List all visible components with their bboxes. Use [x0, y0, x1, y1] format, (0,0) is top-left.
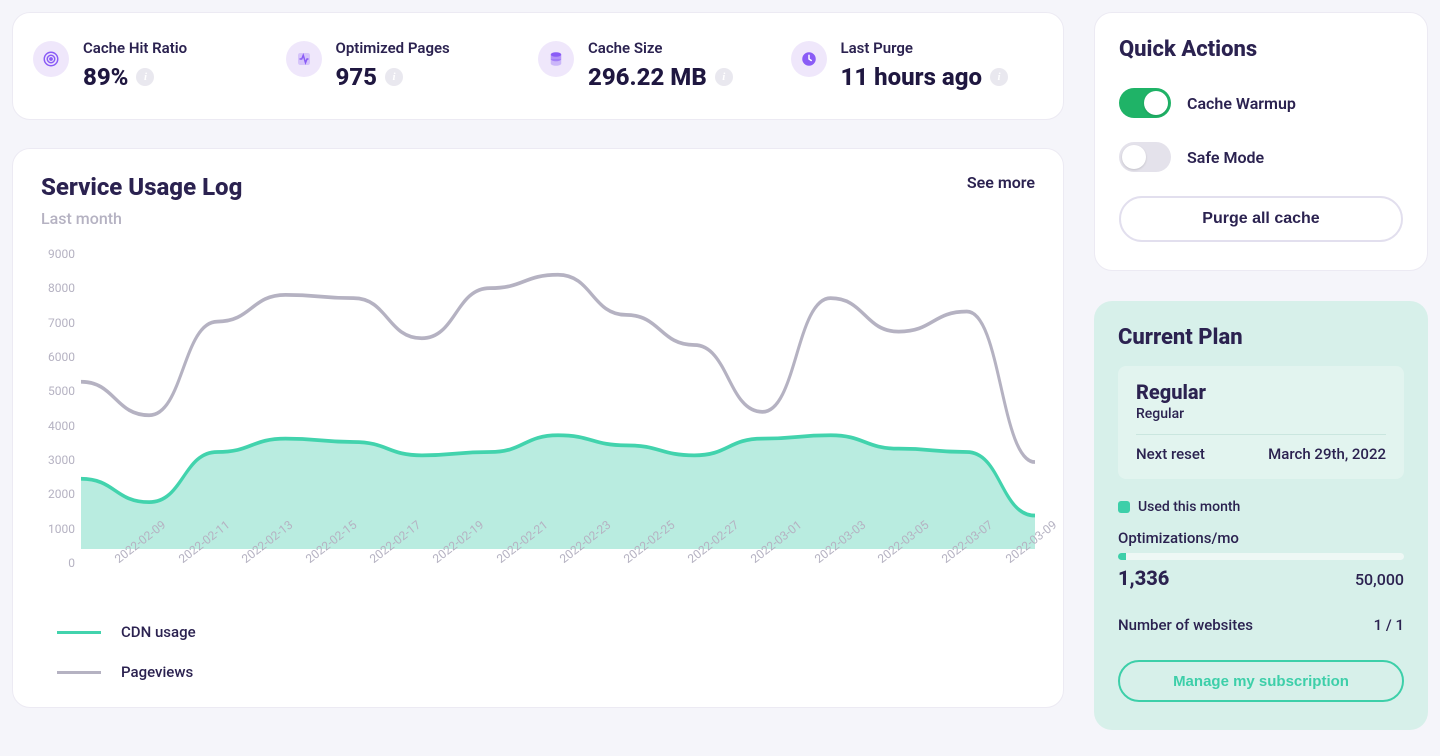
legend-swatch-icon: [57, 631, 101, 634]
sites-value: 1 / 1: [1374, 616, 1404, 634]
database-icon: [538, 41, 574, 77]
info-icon[interactable]: i: [385, 68, 403, 86]
safe-mode-toggle[interactable]: [1119, 142, 1171, 172]
target-icon: [33, 41, 69, 77]
chart-title: Service Usage Log: [41, 173, 242, 201]
info-icon[interactable]: i: [990, 68, 1008, 86]
chart-plot: [81, 248, 1035, 549]
used-label: Used this month: [1138, 499, 1240, 515]
legend-pageviews: Pageviews: [57, 663, 1035, 681]
quick-actions-title: Quick Actions: [1119, 37, 1403, 62]
stat-cache-hit: Cache Hit Ratio 89% i: [33, 39, 286, 91]
toggle-cache-warmup-row: Cache Warmup: [1119, 88, 1403, 118]
stat-label: Optimized Pages: [336, 39, 450, 57]
used-swatch-icon: [1118, 501, 1130, 513]
optimizations-total: 50,000: [1355, 570, 1404, 589]
stat-value: 89%: [83, 63, 128, 91]
stat-cache-size: Cache Size 296.22 MB i: [538, 39, 791, 91]
next-reset-value: March 29th, 2022: [1268, 445, 1386, 463]
legend-swatch-icon: [57, 671, 101, 674]
chart-subtitle: Last month: [41, 209, 242, 228]
optimizations-label: Optimizations/mo: [1118, 529, 1404, 547]
activity-icon: [286, 41, 322, 77]
clock-icon: [791, 41, 827, 77]
used-this-month: Used this month: [1118, 499, 1404, 515]
info-icon[interactable]: i: [715, 68, 733, 86]
stats-card: Cache Hit Ratio 89% i Optimized Pages 97…: [12, 12, 1064, 120]
info-icon[interactable]: i: [136, 68, 154, 86]
cache-warmup-toggle[interactable]: [1119, 88, 1171, 118]
toggle-label: Cache Warmup: [1187, 94, 1296, 113]
current-plan-card: Current Plan Regular Regular Next reset …: [1094, 301, 1428, 730]
purge-cache-button[interactable]: Purge all cache: [1119, 196, 1403, 242]
quick-actions-card: Quick Actions Cache Warmup Safe Mode Pur…: [1094, 12, 1428, 271]
plan-subtitle: Regular: [1136, 406, 1386, 422]
plan-title: Current Plan: [1118, 325, 1404, 350]
optimizations-used: 1,336: [1118, 566, 1169, 590]
see-more-link[interactable]: See more: [967, 173, 1035, 192]
stat-value: 11 hours ago: [841, 63, 982, 91]
x-axis: 2022-02-092022-02-112022-02-132022-02-15…: [81, 555, 1035, 569]
chart-legend: CDN usage Pageviews: [41, 623, 1035, 681]
legend-label: CDN usage: [121, 623, 196, 641]
legend-label: Pageviews: [121, 663, 193, 681]
plan-name: Regular: [1136, 380, 1386, 404]
sites-label: Number of websites: [1118, 616, 1253, 634]
stat-optimized-pages: Optimized Pages 975 i: [286, 39, 539, 91]
stat-value: 975: [336, 63, 378, 91]
legend-cdn: CDN usage: [57, 623, 1035, 641]
toggle-label: Safe Mode: [1187, 148, 1264, 167]
stat-label: Cache Size: [588, 39, 733, 57]
stat-value: 296.22 MB: [588, 63, 707, 91]
toggle-safe-mode-row: Safe Mode: [1119, 142, 1403, 172]
y-axis: 9000800070006000500040003000200010000: [41, 248, 81, 569]
plan-summary: Regular Regular Next reset March 29th, 2…: [1118, 366, 1404, 479]
service-usage-card: Service Usage Log Last month See more 90…: [12, 148, 1064, 708]
stat-label: Cache Hit Ratio: [83, 39, 187, 57]
optimizations-progress: [1118, 553, 1404, 560]
next-reset-label: Next reset: [1136, 445, 1205, 463]
stat-last-purge: Last Purge 11 hours ago i: [791, 39, 1044, 91]
manage-subscription-button[interactable]: Manage my subscription: [1118, 660, 1404, 702]
stat-label: Last Purge: [841, 39, 1008, 57]
